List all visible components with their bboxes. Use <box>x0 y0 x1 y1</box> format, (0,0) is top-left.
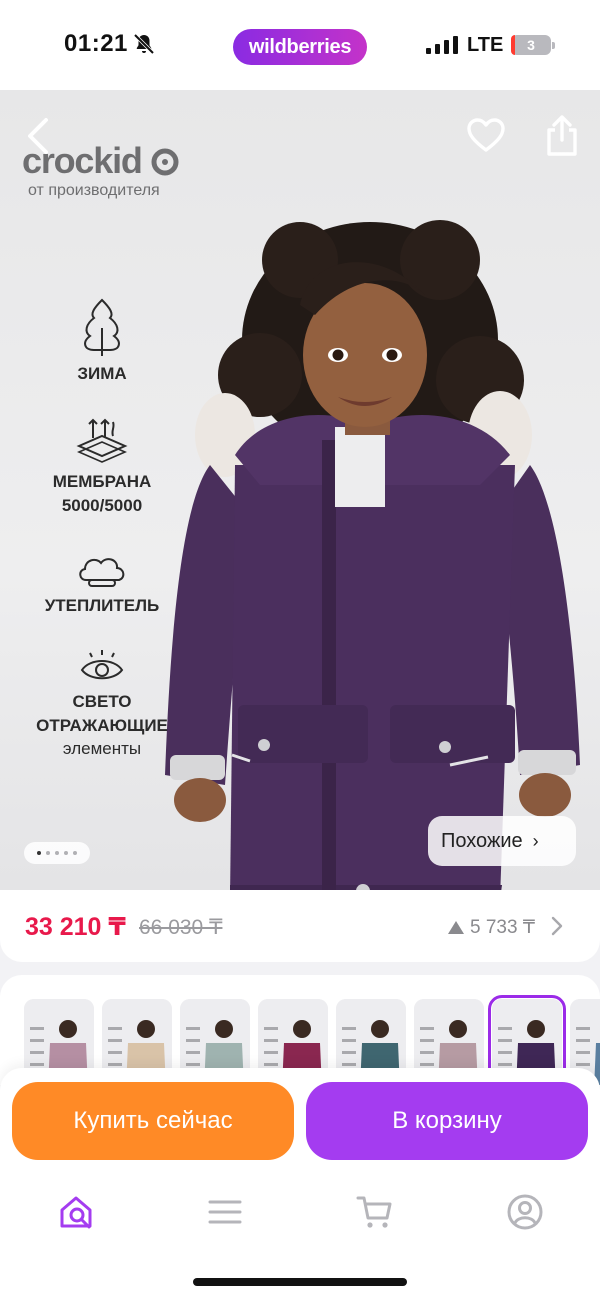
home-search-icon[interactable] <box>56 1192 96 1232</box>
signal-icon <box>426 36 458 54</box>
feature-label: УТЕПЛИТЕЛЬ <box>44 596 160 615</box>
feature-label: МЕМБРАНА 5000/5000 <box>52 472 152 515</box>
cart-icon[interactable] <box>355 1192 395 1232</box>
pagination-dot <box>37 851 41 855</box>
pagination-dot <box>73 851 77 855</box>
image-pagination <box>24 842 90 864</box>
action-bar: Купить сейчас В корзину <box>0 1068 600 1300</box>
status-time: 01:21 <box>64 30 128 57</box>
fir-tree-icon <box>84 298 120 356</box>
price-difference: 5 733 ₸ <box>448 916 535 939</box>
pagination-dot <box>64 851 68 855</box>
eye-icon <box>80 650 124 680</box>
brand-logo-mark-icon <box>151 148 179 176</box>
clouds-icon <box>79 558 125 587</box>
feature-sublabel: элементы <box>62 739 142 758</box>
share-icon[interactable] <box>542 114 582 158</box>
buy-now-button[interactable]: Купить сейчас <box>12 1082 294 1160</box>
battery-level: 3 <box>527 37 535 53</box>
price-card[interactable]: 33 210 ₸ 66 030 ₸ 5 733 ₸ <box>0 890 600 962</box>
feature-label: ЗИМА <box>77 364 127 383</box>
current-price: 33 210 ₸ <box>25 913 126 941</box>
feature-insulation: УТЕПЛИТЕЛЬ <box>22 550 182 618</box>
add-to-cart-button[interactable]: В корзину <box>306 1082 588 1160</box>
favorite-heart-icon[interactable] <box>466 116 506 156</box>
profile-icon[interactable] <box>505 1192 545 1232</box>
network-label: LTE <box>467 34 504 56</box>
membrane-icon <box>76 418 128 463</box>
bell-muted-icon <box>133 33 155 55</box>
status-bar: 01:21 wildberries LTE 3 <box>0 0 600 90</box>
pagination-dot <box>55 851 59 855</box>
brand-subtitle: от производителя <box>28 182 160 199</box>
feature-membrane: МЕМБРАНА 5000/5000 <box>22 416 182 518</box>
brand-logo: crockid <box>22 140 179 182</box>
similar-label: Похожие <box>441 829 523 852</box>
home-indicator <box>193 1278 407 1286</box>
feature-reflective: СВЕТО ОТРАЖАЮЩИЕ элементы <box>22 648 182 760</box>
app-badge: wildberries <box>233 29 367 65</box>
brand-name: crockid <box>22 140 143 181</box>
chevron-right-icon: › <box>532 830 539 851</box>
price-difference-value: 5 733 ₸ <box>470 917 535 938</box>
menu-icon[interactable] <box>205 1192 245 1232</box>
triangle-up-icon <box>448 921 464 934</box>
chevron-right-icon[interactable] <box>550 915 564 937</box>
product-image-gallery[interactable]: crockid от производителя ЗИМА МЕМБРАНА 5… <box>0 90 600 890</box>
battery-icon: 3 <box>511 35 555 55</box>
feature-label: СВЕТО ОТРАЖАЮЩИЕ <box>36 692 168 735</box>
similar-button[interactable]: Похожие › <box>428 816 576 866</box>
old-price: 66 030 ₸ <box>139 916 223 939</box>
product-photo <box>165 220 580 890</box>
feature-winter: ЗИМА <box>22 298 182 386</box>
pagination-dot <box>46 851 50 855</box>
